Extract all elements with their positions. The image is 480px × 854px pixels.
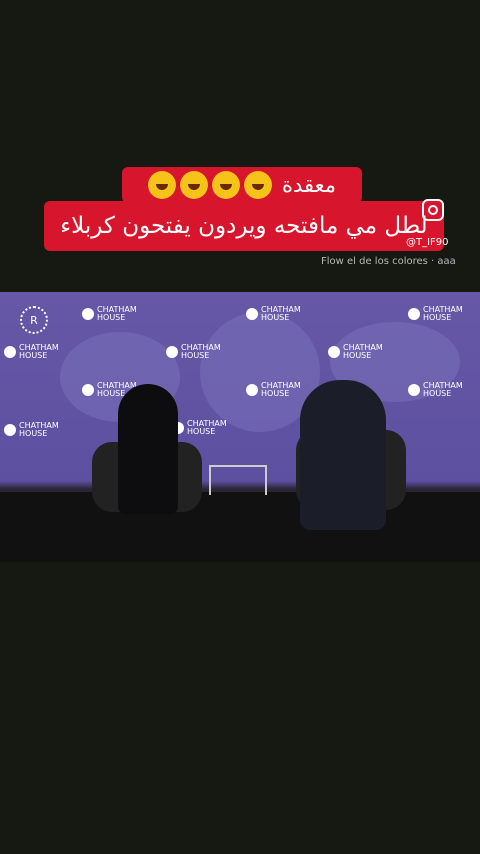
chatham-house-logo: CHATHAM HOUSE [172,420,227,436]
chatham-house-icon [4,346,16,358]
laughing-emoji-icon [179,171,208,199]
caption-top: معقدة [122,167,362,203]
laughing-emoji-icon [147,171,176,199]
speaker-right [300,380,386,530]
caption-line2: لطل مي مافتحه ويردون يفتحون كربلاء [60,213,428,239]
chatham-house-icon [82,308,94,320]
instagram-icon[interactable] [422,199,444,221]
caption-line1: معقدة [281,173,337,197]
speaker-left [118,384,178,514]
chatham-house-logo: CHATHAM HOUSE [4,422,59,438]
chatham-house-logo: CHATHAM HOUSE [408,382,463,398]
chatham-house-logo: CHATHAM HOUSE [246,382,301,398]
chatham-house-logo: CHATHAM HOUSE [328,344,383,360]
video-frame[interactable]: R CHATHAM HOUSE CHATHAM HOUSE CHATHAM HOUSE… [0,292,480,562]
chatham-house-icon [166,346,178,358]
chatham-house-logo: CHATHAM HOUSE [408,306,463,322]
stage-floor [0,492,480,562]
chatham-house-logo: CHATHAM HOUSE [4,344,59,360]
chatham-house-icon [246,308,258,320]
chatham-house-icon [408,384,420,396]
chatham-house-icon [246,384,258,396]
chatham-house-logo: CHATHAM HOUSE [82,306,137,322]
laughing-emoji-icon [243,171,272,199]
caption-bottom: لطل مي مافتحه ويردون يفتحون كربلاء [44,201,444,251]
music-label[interactable]: Flow el de los colores · aaa [321,256,456,267]
chatham-house-icon [4,424,16,436]
chatham-house-logo: CHATHAM HOUSE [246,306,301,322]
chatham-house-logo: CHATHAM HOUSE [166,344,221,360]
chatham-house-icon [328,346,340,358]
chatham-house-icon [82,384,94,396]
chatham-house-icon [408,308,420,320]
r-logo-icon: R [20,306,48,334]
side-table [209,465,267,495]
watermark-handle: @T_IF90 [406,237,449,248]
laughing-emoji-icon [211,171,240,199]
